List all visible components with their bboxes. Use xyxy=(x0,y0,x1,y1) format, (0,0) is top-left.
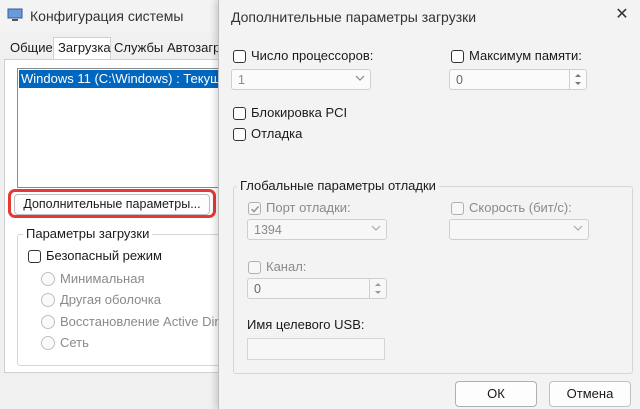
pci-lock-checkbox[interactable] xyxy=(233,107,246,120)
usb-target-label: Имя целевого USB: xyxy=(247,317,365,332)
processors-checkbox[interactable] xyxy=(233,50,246,63)
global-debug-group-label: Глобальные параметры отладки xyxy=(237,178,439,193)
pci-lock-label: Блокировка PCI xyxy=(251,105,348,120)
tab-boot[interactable]: Загрузка xyxy=(56,40,113,58)
debug-port-value: 1394 xyxy=(254,223,282,237)
spinner-buttons[interactable] xyxy=(569,70,586,89)
safe-boot-checkbox[interactable] xyxy=(28,250,41,263)
processors-label: Число процессоров: xyxy=(251,48,374,63)
chevron-down-icon[interactable] xyxy=(373,289,383,297)
chevron-down-icon[interactable] xyxy=(573,80,583,88)
tab-general[interactable]: Общие xyxy=(8,40,55,58)
os-list[interactable]: Windows 11 (C:\Windows) : Текущая xyxy=(17,68,222,188)
dialog-title: Дополнительные параметры загрузки xyxy=(231,9,477,25)
close-icon[interactable]: ✕ xyxy=(612,5,632,25)
boot-options-group-label: Параметры загрузки xyxy=(23,226,153,241)
advanced-boot-options-dialog: Дополнительные параметры загрузки ✕ Числ… xyxy=(218,0,640,409)
baud-rate-label: Скорость (бит/с): xyxy=(469,200,572,215)
debug-port-label: Порт отладки: xyxy=(266,200,351,215)
chevron-down-icon xyxy=(371,225,381,231)
radio-minimal[interactable] xyxy=(41,272,55,286)
debug-checkbox[interactable] xyxy=(233,128,246,141)
advanced-options-button[interactable]: Дополнительные параметры... xyxy=(14,194,210,215)
debug-port-checkbox[interactable] xyxy=(248,202,261,215)
radio-alternate-shell-label: Другая оболочка xyxy=(60,292,161,307)
max-memory-checkbox[interactable] xyxy=(451,50,464,63)
channel-value: 0 xyxy=(254,282,261,296)
baud-rate-checkbox[interactable] xyxy=(451,202,464,215)
radio-network[interactable] xyxy=(41,336,55,350)
chevron-up-icon[interactable] xyxy=(573,71,583,79)
system-config-app-icon xyxy=(7,8,23,21)
usb-target-input[interactable] xyxy=(247,338,385,360)
window-title: Конфигурация системы xyxy=(30,8,184,24)
baud-rate-combo[interactable] xyxy=(449,219,589,240)
ok-button[interactable]: ОК xyxy=(455,381,537,407)
debug-port-combo[interactable]: 1394 xyxy=(247,219,387,240)
processors-value: 1 xyxy=(238,73,245,87)
debug-label: Отладка xyxy=(251,126,303,141)
channel-spinner[interactable]: 0 xyxy=(247,278,387,299)
tab-services[interactable]: Службы xyxy=(112,40,165,58)
cancel-button[interactable]: Отмена xyxy=(549,381,631,407)
radio-minimal-label: Минимальная xyxy=(60,271,145,286)
chevron-up-icon[interactable] xyxy=(373,280,383,288)
spinner-buttons[interactable] xyxy=(369,279,386,298)
safe-boot-label: Безопасный режим xyxy=(46,248,162,263)
max-memory-spinner[interactable]: 0 xyxy=(449,69,587,90)
checkmark-icon xyxy=(250,205,260,213)
processors-combo[interactable]: 1 xyxy=(231,69,371,90)
radio-ad-repair[interactable] xyxy=(41,315,55,329)
radio-ad-repair-label: Восстановление Active Directo xyxy=(60,314,218,329)
chevron-down-icon xyxy=(573,225,583,231)
radio-alternate-shell[interactable] xyxy=(41,293,55,307)
max-memory-value: 0 xyxy=(456,73,463,87)
os-list-item-selected[interactable]: Windows 11 (C:\Windows) : Текущая xyxy=(19,70,221,88)
channel-checkbox[interactable] xyxy=(248,261,261,274)
radio-network-label: Сеть xyxy=(60,335,89,350)
max-memory-label: Максимум памяти: xyxy=(469,48,582,63)
channel-label: Канал: xyxy=(266,259,307,274)
chevron-down-icon xyxy=(355,75,365,81)
